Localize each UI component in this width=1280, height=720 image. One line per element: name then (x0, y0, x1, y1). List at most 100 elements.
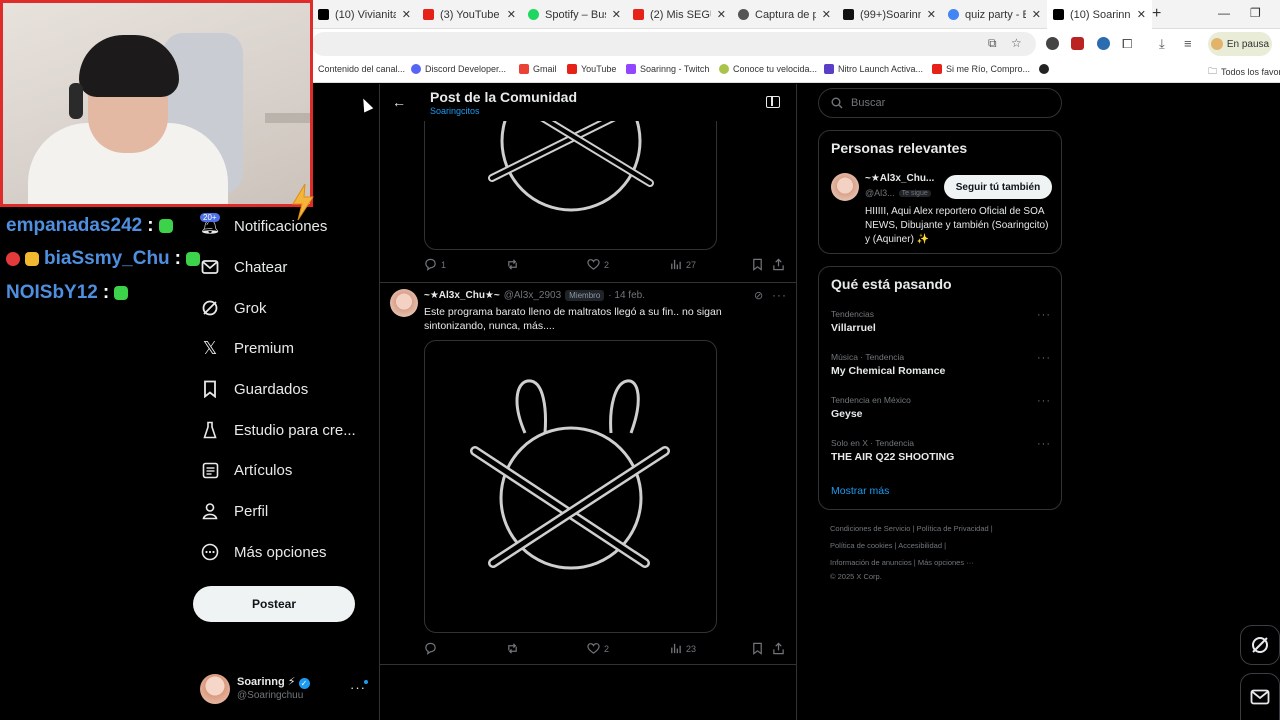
nav-creator-studio[interactable]: Estudio para cre... (200, 420, 356, 440)
notification-dot (364, 680, 368, 684)
trend-item[interactable]: Solo en X · Tendencia THE AIR Q22 SHOOTIN… (831, 438, 1051, 463)
nav-grok[interactable]: Grok (200, 298, 267, 318)
avatar[interactable] (831, 173, 859, 201)
tab-close-icon[interactable]: ✕ (612, 8, 621, 21)
more-icon[interactable]: ··· (1037, 438, 1051, 450)
tab-close-icon[interactable]: ✕ (717, 8, 726, 21)
install-app-icon[interactable]: ⧉ (988, 36, 997, 51)
bookmark-item[interactable]: YouTube (567, 64, 616, 74)
trend-item[interactable]: Tendencias Villarruel ··· (831, 309, 1051, 334)
tab-favicon-icon (843, 9, 854, 20)
views-button[interactable]: 27 (669, 258, 696, 271)
more-icon[interactable]: ··· (1037, 352, 1051, 364)
trend-context: Música · Tendencia (831, 352, 905, 362)
bookmark-item[interactable]: Si me Río, Compro... (932, 64, 1030, 74)
trend-item[interactable]: Tendencia en México Geyse ··· (831, 395, 1051, 420)
more-icon[interactable]: ··· (1037, 309, 1051, 321)
extensions-puzzle-icon[interactable]: ⧠ (1122, 36, 1132, 52)
post-button[interactable]: Postear (193, 586, 355, 622)
tab-label: (3) YouTube (440, 8, 500, 21)
post-image[interactable] (424, 121, 717, 250)
community-link[interactable]: Soaringcitos (430, 106, 480, 116)
post-image[interactable] (424, 340, 717, 633)
reply-author-handle[interactable]: @Al3x_2903 (504, 290, 561, 301)
reply-button[interactable] (424, 642, 441, 655)
restore-icon[interactable]: ❐ (1250, 6, 1261, 20)
copyright: © 2025 X Corp. (830, 572, 882, 581)
messages-float-button[interactable] (1240, 673, 1280, 720)
browser-tab[interactable]: (10) Vivianita 🔸 ✕ (312, 0, 417, 29)
nav-chat[interactable]: Chatear (200, 257, 287, 277)
grok-float-button[interactable] (1240, 625, 1280, 665)
mail-icon (1250, 689, 1270, 705)
bookmark-item[interactable]: Nitro Launch Activa... (824, 64, 923, 74)
bookmark-item[interactable]: Discord Developer... (411, 64, 506, 74)
views-button[interactable]: 23 (669, 642, 696, 655)
reply-button[interactable]: 1 (424, 258, 446, 271)
x-logo-icon: 𝕏 (202, 337, 218, 358)
reading-list-icon[interactable]: ≡ (1184, 36, 1192, 51)
heart-icon (587, 643, 600, 654)
like-button[interactable]: 2 (587, 642, 609, 655)
bookmark-button[interactable] (751, 258, 764, 271)
more-icon[interactable]: ··· (1037, 395, 1051, 407)
minimize-icon[interactable]: — (1218, 6, 1230, 20)
bookmark-item[interactable]: Soarinng - Twitch (626, 64, 709, 74)
like-button[interactable]: 2 (587, 258, 609, 271)
nav-bookmarks[interactable]: Guardados (200, 379, 308, 399)
browser-tab[interactable]: Spotify – Buscar ✕ (522, 0, 627, 29)
browser-tab-active[interactable]: (10) Soarinng ✕ (1047, 0, 1152, 29)
avatar[interactable] (390, 289, 418, 317)
tab-close-icon[interactable]: ✕ (1137, 8, 1146, 21)
follow-back-button[interactable]: Seguir tú también (944, 175, 1052, 199)
new-tab-icon[interactable]: + (1152, 5, 1161, 23)
account-switcher[interactable]: Soarinng ⚡ ✓ @Soaringchuu ··· (200, 672, 370, 706)
browser-tab[interactable]: (99+)Soarinng ✕ (837, 0, 942, 29)
person-name[interactable]: ~★Al3x_Chu... (865, 173, 934, 184)
nav-articles[interactable]: Artículos (200, 460, 292, 480)
grok-icon[interactable]: ⊘ (754, 289, 763, 302)
reply-date[interactable]: · 14 feb. (608, 290, 645, 301)
address-bar[interactable] (312, 32, 1036, 56)
show-more-link[interactable]: Mostrar más (831, 485, 889, 497)
tab-close-icon[interactable]: ✕ (507, 8, 516, 21)
bookmark-item[interactable]: Conoce tu velocida... (719, 64, 817, 74)
tab-close-icon[interactable]: ✕ (1032, 8, 1041, 21)
nav-profile[interactable]: Perfil (200, 501, 268, 521)
extension-icon[interactable] (1071, 37, 1084, 50)
more-icon[interactable]: ··· (772, 288, 787, 302)
repost-icon (508, 643, 517, 654)
tab-close-icon[interactable]: ✕ (927, 8, 936, 21)
tab-close-icon[interactable]: ✕ (822, 8, 831, 21)
share-button[interactable] (772, 258, 785, 271)
extension-icon[interactable] (1046, 37, 1059, 50)
nav-premium[interactable]: 𝕏 Premium (200, 338, 294, 358)
repost-button[interactable] (506, 258, 523, 271)
bookmark-button[interactable] (751, 642, 764, 655)
browser-tab[interactable]: Captura de pan ✕ (732, 0, 837, 29)
trend-item[interactable]: Música · Tendencia My Chemical Romance ··· (831, 352, 1051, 377)
bookmark-item[interactable]: Gmail (519, 64, 557, 74)
bookmark-item[interactable] (1039, 64, 1049, 74)
nav-more-options[interactable]: Más opciones (200, 542, 327, 562)
repost-button[interactable] (506, 642, 523, 655)
reply-author-name[interactable]: ~★Al3x_Chu★~ (424, 290, 500, 301)
footer-links[interactable]: Información de anuncios | Más opciones ·… (830, 558, 974, 567)
browser-tab[interactable]: (3) YouTube ✕ (417, 0, 522, 29)
tab-close-icon[interactable]: ✕ (402, 8, 411, 21)
extension-icon[interactable] (1097, 37, 1110, 50)
reader-mode-icon[interactable] (766, 96, 780, 108)
bookmark-item[interactable]: Contenido del canal... (318, 64, 405, 74)
footer-links[interactable]: Condiciones de Servicio | Política de Pr… (830, 524, 993, 533)
all-bookmarks-folder[interactable]: 🗀 Todos los favor (1208, 64, 1280, 80)
share-button[interactable] (772, 642, 785, 655)
person-handle-text[interactable]: @Al3... (865, 188, 895, 198)
browser-tab[interactable]: (2) Mis SEGUID ✕ (627, 0, 732, 29)
profile-paused-button[interactable]: En pausa (1208, 32, 1272, 56)
browser-tab[interactable]: quiz party - Bu ✕ (942, 0, 1047, 29)
download-icon[interactable]: ⤓ (1159, 36, 1165, 52)
footer-links[interactable]: Política de cookies | Accesibilidad | (830, 541, 946, 550)
search-input[interactable]: Buscar (818, 88, 1062, 118)
bookmark-star-icon[interactable]: ☆ (1011, 36, 1022, 50)
back-arrow-icon[interactable]: ← (392, 94, 406, 110)
